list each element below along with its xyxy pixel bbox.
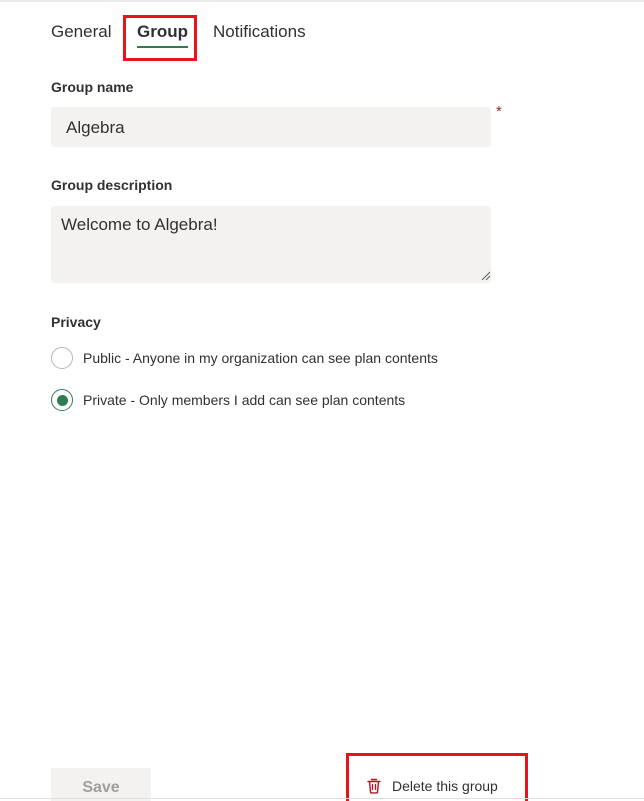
group-description-textarea[interactable]: Welcome to Algebra! (51, 206, 491, 283)
privacy-option-private[interactable]: Private - Only members I add can see pla… (51, 389, 405, 411)
bottom-divider (0, 798, 644, 799)
group-name-label: Group name (51, 79, 134, 95)
top-divider (0, 0, 644, 2)
group-name-input[interactable]: Algebra (51, 107, 491, 147)
highlight-box-delete (346, 753, 528, 801)
tab-general[interactable]: General (51, 22, 111, 42)
group-description-label: Group description (51, 177, 173, 193)
highlight-box-group-tab (123, 15, 197, 61)
radio-private[interactable] (51, 389, 73, 411)
save-button[interactable]: Save (51, 768, 151, 801)
radio-public[interactable] (51, 347, 73, 369)
resize-grip-icon[interactable] (480, 270, 490, 280)
tab-notifications[interactable]: Notifications (213, 22, 306, 42)
privacy-option-public[interactable]: Public - Anyone in my organization can s… (51, 347, 438, 369)
privacy-option-private-label: Private - Only members I add can see pla… (83, 392, 406, 408)
privacy-label: Privacy (51, 314, 101, 330)
group-settings-page: General Group Notifications Group name A… (0, 0, 644, 801)
privacy-option-public-label: Public - Anyone in my organization can s… (83, 350, 438, 366)
required-marker: * (496, 103, 502, 120)
